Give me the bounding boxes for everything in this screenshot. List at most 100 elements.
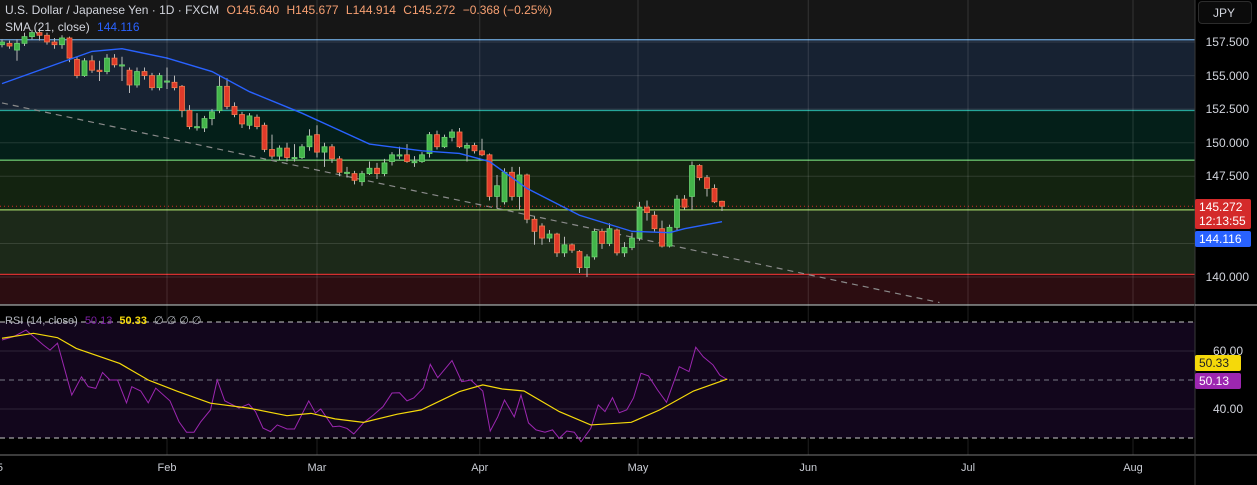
candle-body (224, 85, 230, 107)
sma-value: 144.116 (97, 20, 140, 34)
rsi-tick-label: 40.00 (1212, 402, 1243, 416)
candle-body (134, 71, 140, 86)
candle-body (0, 41, 5, 46)
candle-body (111, 57, 118, 66)
candle-body (546, 233, 553, 239)
candle-body (59, 37, 65, 46)
candle-body (584, 256, 590, 269)
chart-canvas[interactable] (0, 0, 1257, 485)
candle-body (6, 42, 13, 47)
candle-body (704, 177, 710, 189)
candle-body (681, 198, 688, 208)
candle-body (209, 111, 215, 119)
candle-body (14, 42, 20, 51)
candle-body (329, 146, 335, 160)
candle-body (96, 69, 103, 72)
candle-body (696, 165, 703, 179)
candle-body (629, 237, 635, 248)
candle-body (689, 165, 695, 197)
symbol-legend: U.S. Dollar / Japanese Yen · 1D · FXCM O… (5, 3, 556, 17)
candle-body (516, 174, 523, 197)
candle-body (194, 126, 200, 129)
time-tick-label: Mar (307, 462, 327, 474)
open-value: O145.640 (226, 3, 280, 17)
time-tick-label: Jun (799, 462, 818, 474)
candle-body (599, 230, 605, 244)
candle (696, 164, 703, 181)
last-price-label: 145.272 (1199, 200, 1243, 214)
candle-body (284, 147, 290, 158)
candle-body (119, 64, 125, 67)
sma-legend[interactable]: SMA (21, close) 144.116 (5, 20, 144, 34)
candle-body (231, 106, 238, 115)
candle-body (149, 75, 155, 89)
candle (674, 195, 680, 231)
candle-body (269, 149, 275, 157)
candle (149, 72, 155, 91)
candle-body (666, 226, 673, 247)
candle-body (291, 157, 298, 160)
time-tick-label: Aug (1123, 462, 1143, 474)
price-zone (0, 209, 1195, 275)
candle-body (539, 225, 545, 239)
candle-body (44, 34, 50, 43)
candle-body (419, 154, 425, 162)
candle-body (239, 114, 245, 125)
candle-body (336, 158, 343, 173)
candle (261, 122, 268, 153)
candle-body (359, 173, 365, 183)
time-tick-label: Apr (471, 462, 489, 474)
candle-body (606, 228, 613, 244)
close-value: C145.272 (403, 3, 456, 17)
candle-body (344, 171, 350, 174)
candle-body (411, 161, 418, 164)
time-tick-label: 2025 (0, 462, 3, 474)
candle (426, 131, 433, 158)
candle-body (554, 233, 560, 254)
high-value: H145.677 (286, 3, 339, 17)
candle-body (569, 244, 575, 251)
last-price-tag: 145.272 12:13:55 (1195, 199, 1251, 229)
candle-body (591, 230, 598, 258)
candle-body (306, 135, 313, 148)
rsi-legend[interactable]: RSI (14, close) 50.13 50.33 ∅ ∅ ∅ ∅ (5, 314, 206, 327)
candle-body (381, 162, 388, 175)
candle-body (374, 167, 380, 175)
candle-body (659, 228, 665, 247)
price-zone (0, 274, 1195, 304)
change-value: −0.368 (−0.25%) (462, 3, 553, 17)
candle-body (66, 37, 73, 59)
sma-label: SMA (21, close) (5, 20, 90, 34)
rsi-pane (0, 321, 1195, 443)
candle-body (561, 244, 568, 254)
candle-body (576, 251, 583, 269)
candle (524, 173, 530, 224)
candle-body (216, 85, 223, 111)
candle-body (351, 173, 358, 181)
candle-body (104, 57, 110, 72)
candle-body (674, 198, 680, 228)
candle-body (261, 124, 268, 150)
time-tick-label: May (627, 462, 649, 474)
candle-body (81, 60, 88, 76)
candle-body (614, 229, 620, 254)
rsi-label: RSI (14, close) (5, 315, 78, 327)
candle-body (74, 59, 80, 76)
price-tick-label: 140.000 (1205, 270, 1249, 285)
price-zone (0, 110, 1195, 161)
candle-body (21, 36, 28, 44)
price-tick-label: 152.500 (1205, 102, 1249, 117)
candle-body (531, 218, 538, 232)
candle-body (254, 116, 260, 128)
candle-body (389, 154, 395, 162)
candle (74, 56, 80, 79)
candle-body (156, 75, 163, 89)
candle-body (141, 71, 148, 76)
candle-body (201, 118, 208, 129)
currency-button[interactable]: JPY (1198, 1, 1252, 24)
time-tick-label: Jul (960, 462, 976, 474)
candle-body (456, 131, 463, 148)
candle-body (366, 167, 373, 175)
candle-body (396, 154, 403, 157)
candle-body (711, 187, 718, 203)
